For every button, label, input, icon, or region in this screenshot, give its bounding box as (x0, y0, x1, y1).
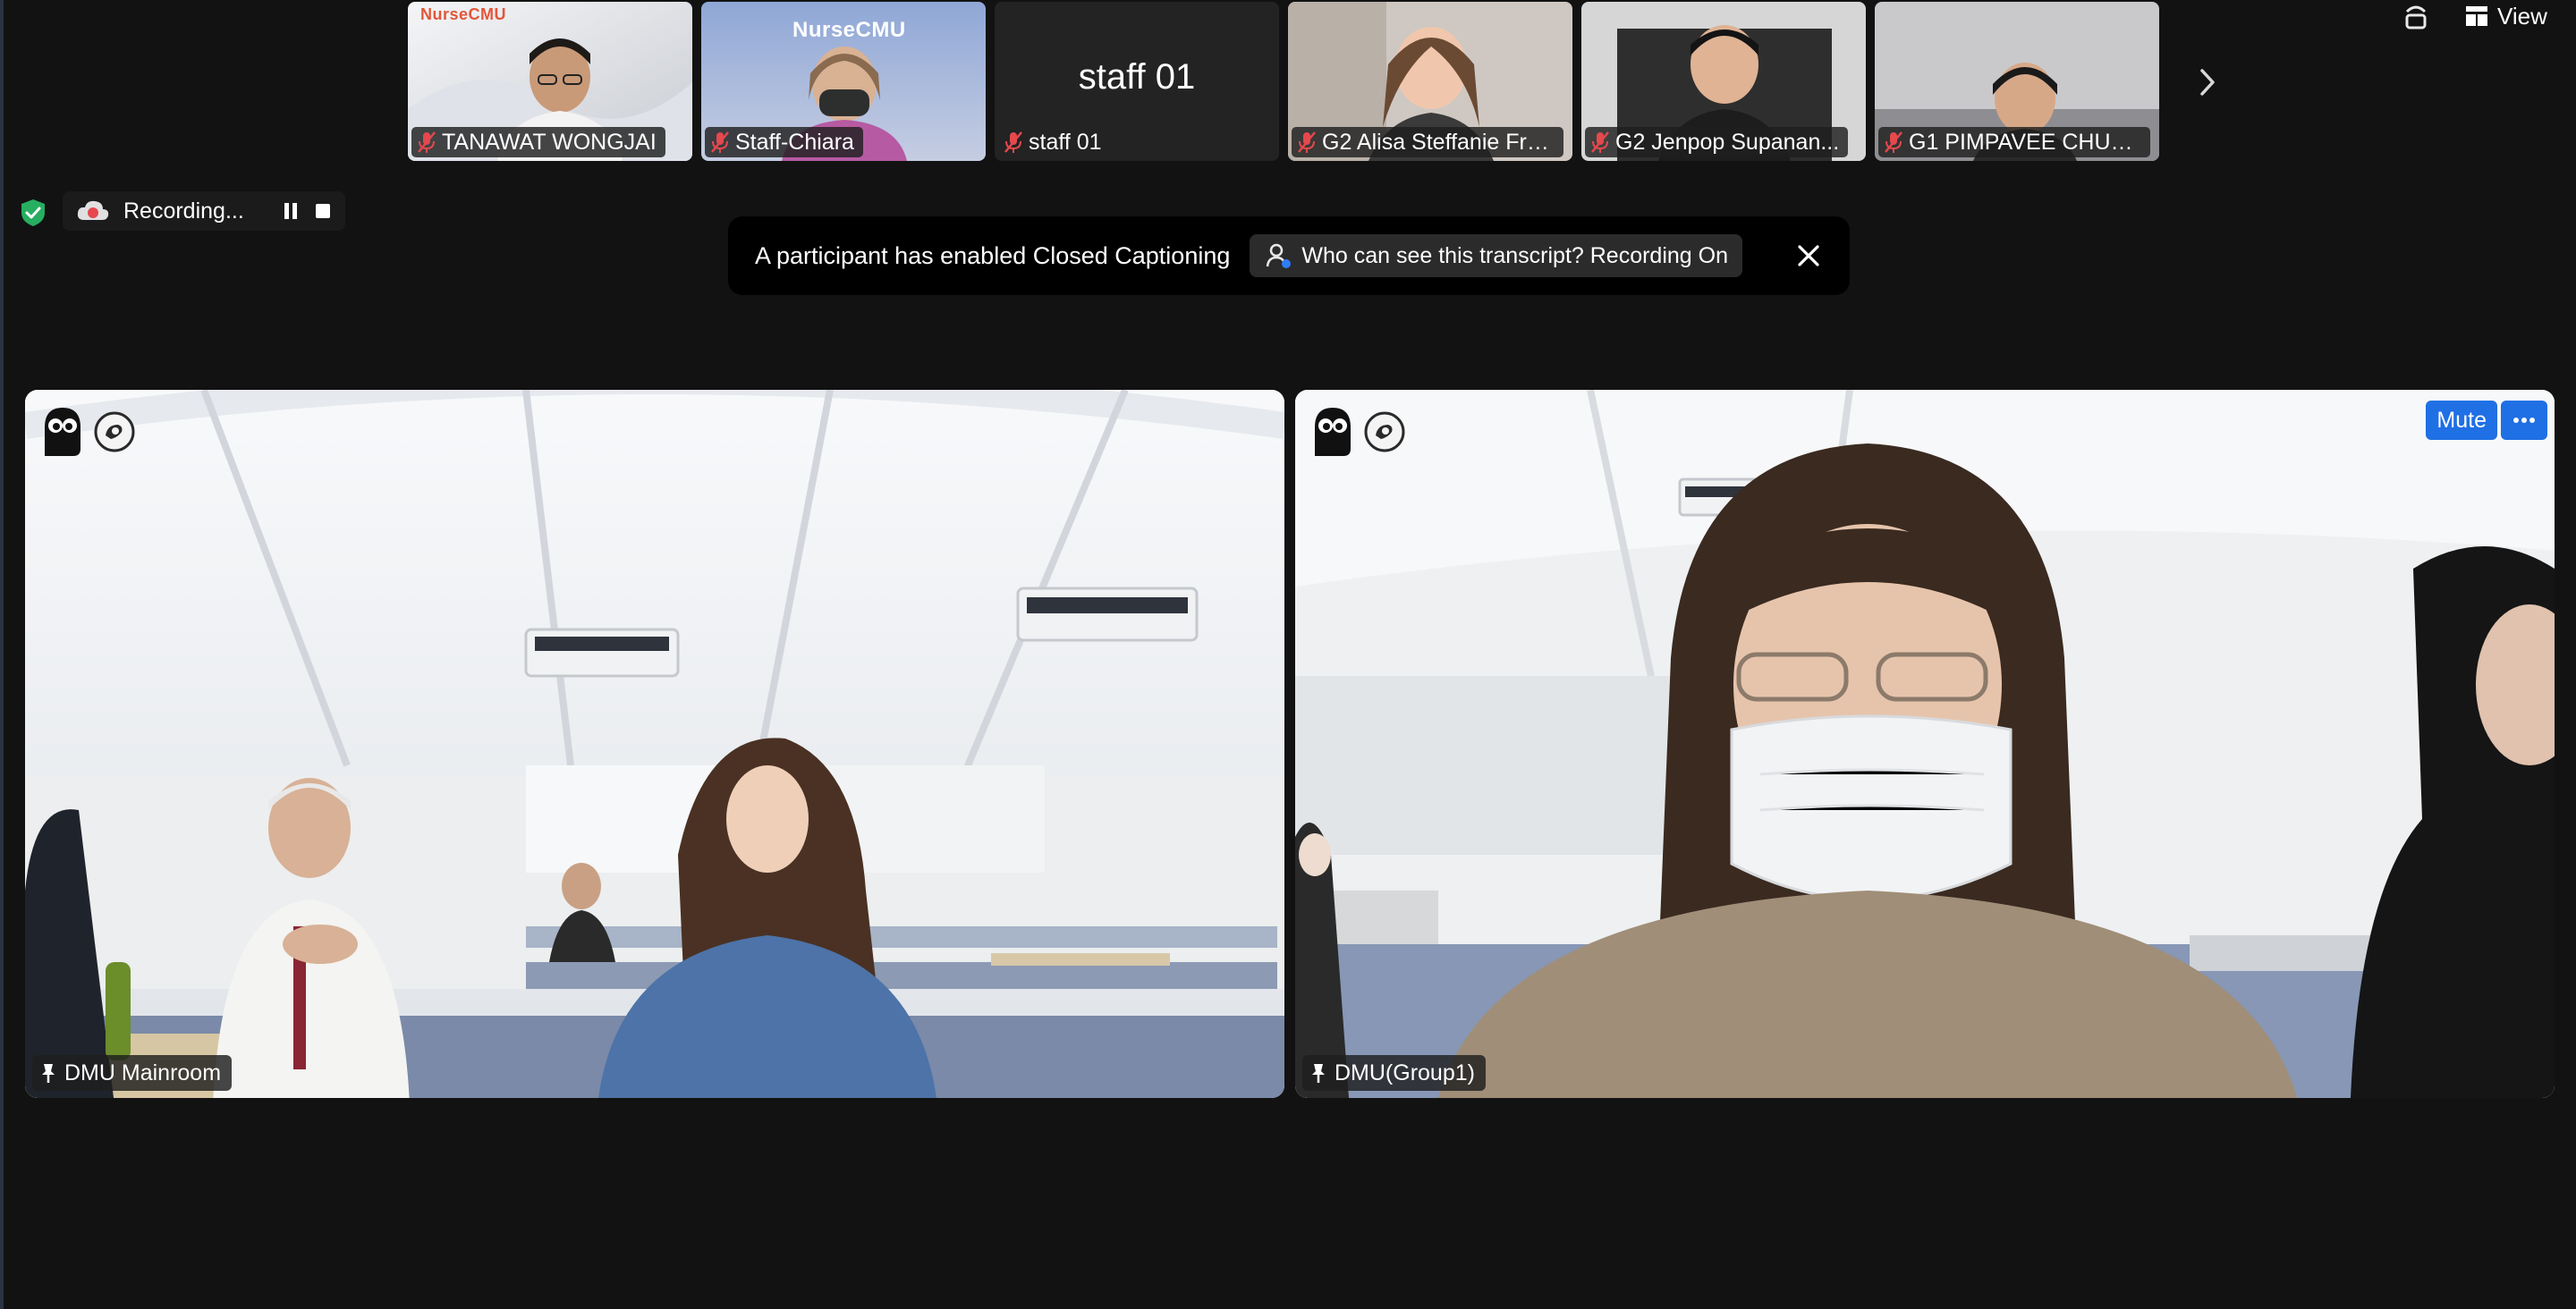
participant-name-tag: Staff-Chiara (705, 127, 863, 157)
tile-badges (1311, 406, 1406, 458)
participant-name: G1 PIMPAVEE CHUAP... (1909, 129, 2141, 155)
shield-check-icon[interactable] (20, 198, 47, 227)
participant-name: TANAWAT WONGJAI (442, 129, 657, 155)
share-screen-icon (2405, 5, 2427, 30)
grid-view-icon (2466, 6, 2487, 26)
mic-muted-icon (1885, 131, 1902, 153)
participant-name: G2 Jenpop Supanan... (1615, 129, 1840, 155)
org-logo: NurseCMU (420, 5, 507, 23)
people-icon (1267, 243, 1292, 268)
strip-next-button[interactable] (2190, 63, 2225, 102)
participant-name: staff 01 (1029, 129, 1102, 155)
tile-name: DMU(Group1) (1335, 1060, 1475, 1085)
chevron-right-icon (2200, 69, 2215, 96)
participant-display-name: staff 01 (1078, 57, 1196, 97)
tile-name-tag: DMU(Group1) (1302, 1055, 1486, 1091)
participant-name: Staff-Chiara (735, 129, 854, 155)
participant-name-tag: TANAWAT WONGJAI (411, 127, 665, 157)
caption-message: A participant has enabled Closed Caption… (755, 241, 1231, 269)
participant-name-tag: G1 PIMPAVEE CHUAP... (1878, 127, 2150, 157)
transcript-visibility-text: Who can see this transcript? Recording O… (1301, 242, 1728, 268)
location-badge-icon (94, 411, 135, 452)
participant-thumb-3[interactable]: staff 01 staff 01 (995, 2, 1279, 161)
owl-avatar-icon (1315, 408, 1351, 456)
view-label: View (2497, 2, 2547, 30)
tile-name: DMU Mainroom (64, 1060, 222, 1085)
more-icon (2513, 418, 2535, 423)
recording-status: Recording... (63, 191, 345, 231)
participant-thumb-1[interactable]: NurseCMU TANAWAT WONGJAI (408, 2, 692, 161)
pin-icon (1312, 1064, 1325, 1083)
tile-actions: Mute (2426, 401, 2547, 440)
participant-name-tag: G2 Jenpop Supanan... (1585, 127, 1849, 157)
participant-name-tag: G2 Alisa Steffanie Fre... (1292, 127, 1563, 157)
closed-caption-banner: A participant has enabled Closed Caption… (728, 216, 1850, 295)
close-icon[interactable] (1792, 240, 1825, 272)
participant-thumb-6[interactable]: G1 PIMPAVEE CHUAP... (1875, 2, 2159, 161)
mic-muted-icon (711, 131, 729, 153)
participant-name-tag: staff 01 (998, 127, 1111, 157)
mic-muted-icon (1298, 131, 1316, 153)
tile-name-tag: DMU Mainroom (32, 1055, 233, 1091)
owl-avatar-icon (45, 408, 80, 456)
pin-icon (42, 1064, 55, 1083)
participant-thumb-4[interactable]: G2 Alisa Steffanie Fre... (1288, 2, 1572, 161)
org-logo: NurseCMU (792, 18, 906, 42)
participant-thumb-2[interactable]: NurseCMU Staff-Chiara (701, 2, 986, 161)
participant-thumb-5[interactable]: G2 Jenpop Supanan... (1581, 2, 1866, 161)
location-badge-icon (1364, 411, 1405, 452)
video-feed (25, 390, 1284, 1098)
video-tile-dmu-group1[interactable]: Mute DMU(Group1) (1295, 390, 2555, 1098)
window-edge (0, 0, 4, 1309)
transcript-visibility-chip[interactable]: Who can see this transcript? Recording O… (1250, 234, 1742, 277)
participant-name: G2 Alisa Steffanie Fre... (1322, 129, 1555, 155)
mic-muted-icon (1004, 131, 1022, 153)
more-options-button[interactable] (2501, 401, 2547, 440)
tile-badges (41, 406, 136, 458)
mute-button[interactable]: Mute (2426, 401, 2497, 440)
recording-label: Recording... (123, 198, 244, 224)
video-tile-dmu-mainroom[interactable]: DMU Mainroom (25, 390, 1284, 1098)
mic-muted-icon (418, 131, 436, 153)
view-button[interactable]: View (2465, 0, 2547, 32)
video-feed (1295, 390, 2555, 1098)
pause-icon[interactable] (281, 201, 301, 221)
mic-muted-icon (1591, 131, 1609, 153)
cloud-record-icon (77, 200, 109, 220)
share-screen-button[interactable] (2402, 0, 2429, 32)
stop-icon[interactable] (313, 201, 333, 221)
